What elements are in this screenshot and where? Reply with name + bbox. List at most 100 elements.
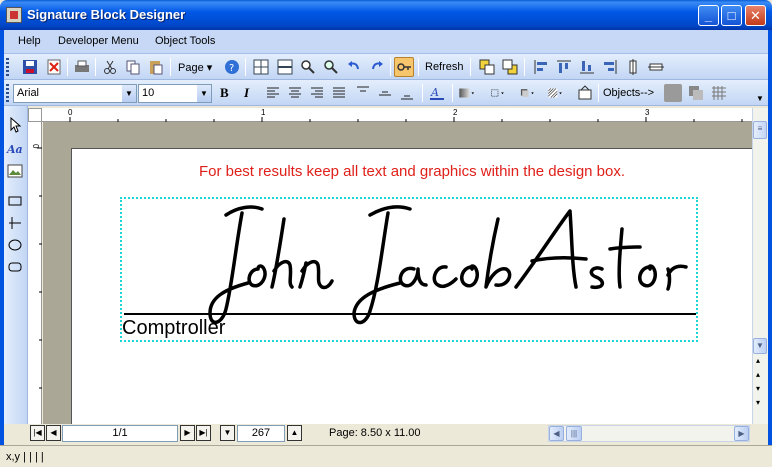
pattern-icon[interactable]: [547, 84, 575, 102]
zoom-out-button[interactable]: ▼: [220, 425, 235, 441]
tool-strip: Aa: [4, 106, 28, 424]
scroll-down-button[interactable]: ▼: [753, 338, 767, 354]
signature-caption[interactable]: Comptroller: [122, 317, 225, 340]
line-icon[interactable]: [276, 58, 294, 76]
ruler-label-1: 1: [261, 108, 266, 117]
rounded-rect-tool-icon[interactable]: [6, 258, 24, 276]
text-tool-icon[interactable]: Aa: [6, 140, 24, 158]
delete-icon[interactable]: [45, 58, 63, 76]
same-width-icon[interactable]: [647, 58, 665, 76]
align-center-text-icon[interactable]: [286, 84, 304, 102]
print-icon[interactable]: [73, 58, 91, 76]
key-icon[interactable]: [394, 57, 414, 77]
minimize-button[interactable]: _: [698, 5, 719, 26]
maximize-button[interactable]: □: [721, 5, 742, 26]
zoom-in-button[interactable]: ▲: [287, 425, 302, 441]
valign-middle-icon[interactable]: [376, 84, 394, 102]
pointer-icon[interactable]: [6, 116, 24, 134]
refresh-button[interactable]: Refresh: [425, 61, 464, 73]
first-page-icon[interactable]: ▴: [756, 356, 760, 365]
last-page-icon[interactable]: ▾: [756, 398, 760, 407]
chevron-down-icon[interactable]: ▼: [197, 85, 211, 102]
save-icon[interactable]: [21, 58, 39, 76]
help-icon[interactable]: ?: [223, 58, 241, 76]
next-page-icon[interactable]: ▾: [756, 384, 760, 393]
design-hint: For best results keep all text and graph…: [198, 163, 626, 180]
design-box[interactable]: Comptroller: [120, 197, 698, 342]
cut-icon[interactable]: [101, 58, 119, 76]
align-left-icon[interactable]: [532, 58, 550, 76]
window-frame-right: [768, 30, 772, 445]
toolbar-overflow-icon[interactable]: ▼: [756, 94, 764, 103]
send-back-icon[interactable]: [501, 58, 519, 76]
design-canvas[interactable]: For best results keep all text and graph…: [43, 122, 752, 424]
page-dropdown[interactable]: Page ▾: [178, 61, 212, 74]
bold-button[interactable]: B: [220, 85, 229, 101]
valign-bottom-icon[interactable]: [398, 84, 416, 102]
menu-object-tools[interactable]: Object Tools: [155, 35, 215, 47]
object-layers-icon[interactable]: [687, 84, 705, 102]
grid-icon[interactable]: [252, 58, 270, 76]
scroll-right-button[interactable]: ▶: [734, 426, 749, 441]
menu-developer[interactable]: Developer Menu: [58, 35, 139, 47]
toolbar-grip[interactable]: [6, 58, 9, 76]
zoom-fit-icon[interactable]: [322, 58, 340, 76]
main-toolbar: Page ▾ ? Refresh: [4, 54, 768, 80]
italic-button[interactable]: I: [244, 85, 249, 101]
ruler-label-0: 0: [68, 108, 73, 117]
rectangle-tool-icon[interactable]: [6, 192, 24, 210]
font-color-icon[interactable]: A: [428, 84, 446, 102]
align-top-icon[interactable]: [555, 58, 573, 76]
same-height-icon[interactable]: [624, 58, 642, 76]
copy-icon[interactable]: [124, 58, 142, 76]
ellipse-tool-icon[interactable]: [6, 236, 24, 254]
menu-bar: Help Developer Menu Object Tools: [4, 30, 768, 54]
horizontal-scrollbar[interactable]: ◀ ||| ▶: [548, 425, 750, 442]
signature-image[interactable]: [130, 185, 690, 325]
line-tool-icon[interactable]: [6, 214, 24, 232]
next-page-button[interactable]: ▶: [180, 425, 195, 441]
bring-front-icon[interactable]: [478, 58, 496, 76]
chevron-down-icon[interactable]: ▼: [122, 85, 136, 102]
scroll-left-button[interactable]: ◀: [549, 426, 564, 441]
justify-text-icon[interactable]: [330, 84, 348, 102]
vertical-scrollbar[interactable]: ≡ ▼ ▴ ▴ ▾ ▾: [752, 108, 768, 424]
page-number-field[interactable]: 1/1: [62, 425, 178, 442]
image-tool-icon[interactable]: [6, 162, 24, 180]
border-icon[interactable]: [489, 84, 517, 102]
menu-help[interactable]: Help: [18, 35, 41, 47]
svg-text:?: ?: [229, 63, 234, 74]
first-page-button[interactable]: |◀: [30, 425, 45, 441]
hscroll-thumb[interactable]: |||: [566, 426, 582, 441]
toolbar-grip[interactable]: [6, 84, 9, 102]
page-size-label: Page: 8.50 x 11.00: [329, 427, 421, 439]
align-left-text-icon[interactable]: [264, 84, 282, 102]
align-right-icon[interactable]: [601, 58, 619, 76]
ruler-label-2: 2: [453, 108, 458, 117]
prev-page-icon[interactable]: ▴: [756, 370, 760, 379]
object-grid-icon[interactable]: [710, 84, 728, 102]
undo-icon[interactable]: [345, 58, 363, 76]
close-button[interactable]: ✕: [745, 5, 766, 26]
app-icon: [6, 7, 22, 23]
properties-icon[interactable]: [576, 84, 594, 102]
object-shape-icon[interactable]: [664, 84, 682, 102]
prev-page-button[interactable]: ◀: [46, 425, 61, 441]
zoom-field[interactable]: 267: [237, 425, 285, 442]
shadow-icon[interactable]: [519, 84, 547, 102]
redo-icon[interactable]: [368, 58, 386, 76]
font-select[interactable]: Arial ▼: [13, 84, 137, 103]
svg-text:Aa: Aa: [6, 143, 23, 156]
valign-top-icon[interactable]: [354, 84, 372, 102]
last-page-button[interactable]: ▶|: [196, 425, 211, 441]
scroll-thumb[interactable]: ≡: [753, 121, 767, 139]
window-title: Signature Block Designer: [27, 7, 186, 22]
ruler-corner: [28, 108, 42, 122]
fill-color-icon[interactable]: [458, 84, 486, 102]
design-page[interactable]: For best results keep all text and graph…: [71, 148, 752, 424]
paste-icon[interactable]: [147, 58, 165, 76]
align-right-text-icon[interactable]: [308, 84, 326, 102]
font-size-select[interactable]: 10 ▼: [138, 84, 212, 103]
zoom-icon[interactable]: [299, 58, 317, 76]
align-bottom-icon[interactable]: [578, 58, 596, 76]
